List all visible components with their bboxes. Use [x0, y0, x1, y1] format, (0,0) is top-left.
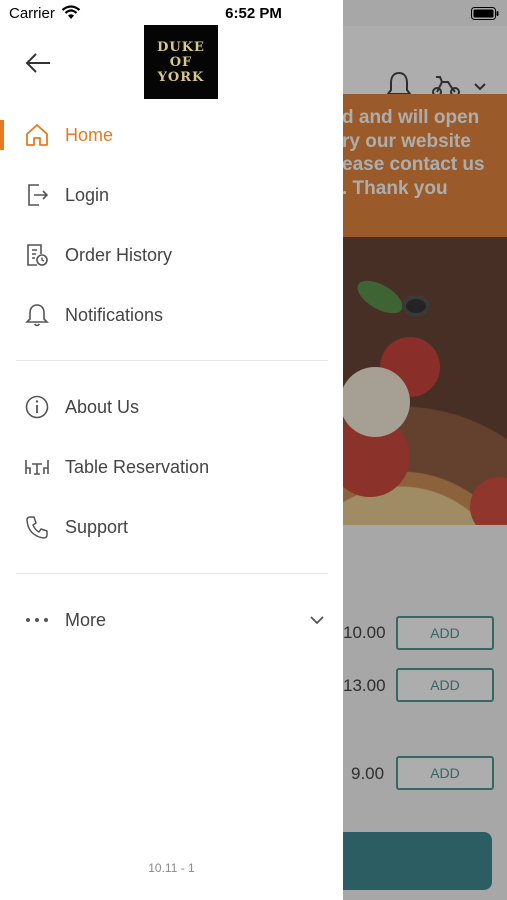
menu-item-label: Table Reservation — [65, 456, 210, 477]
menu-item-order-history[interactable]: Order History — [0, 230, 343, 280]
menu-item-label: Home — [65, 124, 114, 145]
status-bar: Carrier 6:52 PM — [0, 0, 507, 26]
login-icon — [28, 184, 49, 206]
menu-item-label: About Us — [65, 396, 140, 417]
menu-item-more[interactable]: More — [0, 595, 343, 645]
menu-item-label: Order History — [65, 244, 173, 265]
navigation-drawer: DUKE OF YORK Home Login Order History No… — [0, 0, 343, 900]
home-icon — [26, 124, 48, 146]
battery-icon — [471, 7, 499, 20]
logo-line: DUKE — [157, 39, 205, 55]
menu-item-support[interactable]: Support — [0, 502, 343, 552]
menu-item-home[interactable]: Home — [0, 110, 343, 160]
phone-icon — [26, 516, 48, 539]
table-reservation-icon — [25, 460, 49, 475]
back-arrow-icon[interactable] — [24, 50, 52, 76]
menu-item-notifications[interactable]: Notifications — [0, 290, 343, 340]
info-icon — [25, 395, 49, 419]
menu-item-login[interactable]: Login — [0, 170, 343, 220]
restaurant-logo: DUKE OF YORK — [144, 25, 218, 99]
menu-item-label: More — [65, 609, 107, 630]
chevron-down-icon[interactable] — [308, 611, 326, 629]
menu-item-about-us[interactable]: About Us — [0, 382, 343, 432]
logo-line: YORK — [157, 69, 205, 85]
bell-icon — [25, 304, 49, 327]
divider — [16, 360, 328, 361]
logo-line: OF — [169, 54, 193, 70]
more-dots-icon — [26, 618, 48, 622]
menu-item-label: Support — [65, 516, 129, 537]
menu-item-table-reservation[interactable]: Table Reservation — [0, 442, 343, 492]
clock: 6:52 PM — [225, 5, 282, 22]
order-history-icon — [27, 244, 48, 266]
menu-item-label: Login — [65, 184, 110, 205]
divider — [16, 573, 328, 574]
menu-item-label: Notifications — [65, 304, 164, 325]
app-version: 10.11 - 1 — [148, 861, 195, 875]
